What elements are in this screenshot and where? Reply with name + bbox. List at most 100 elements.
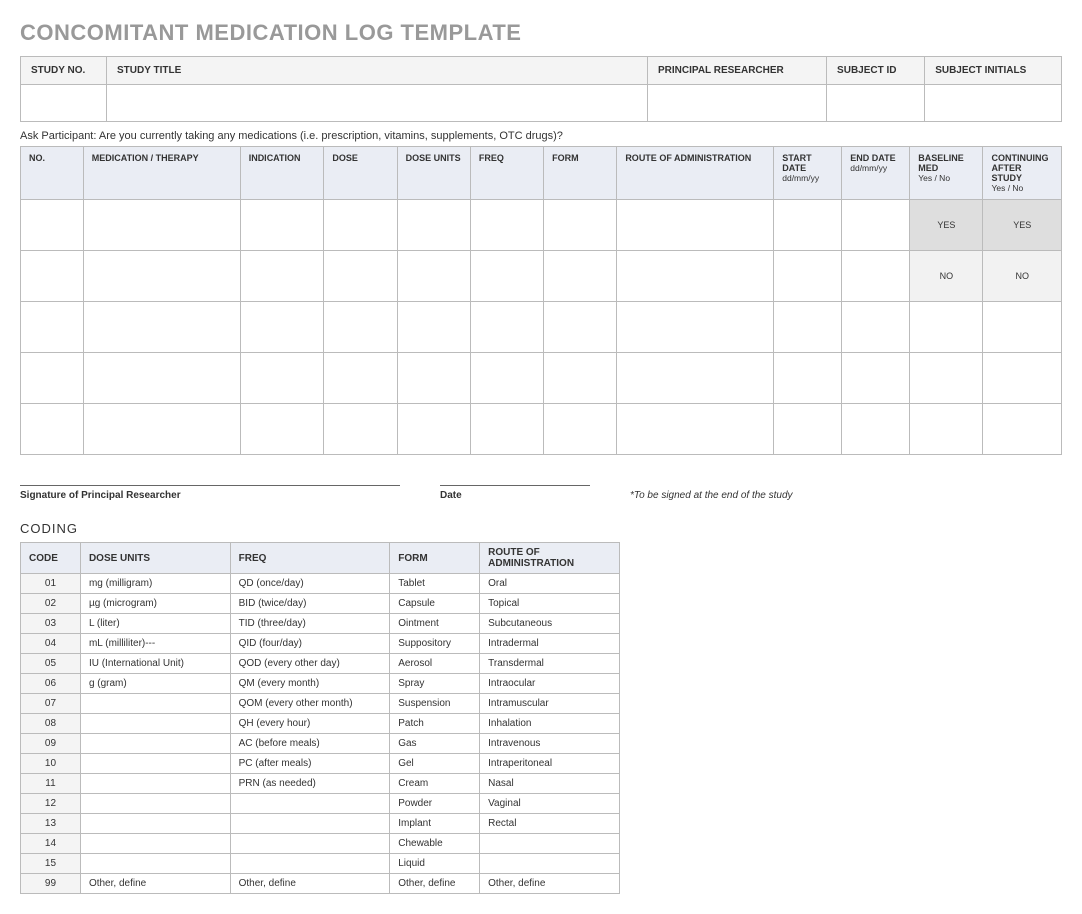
med-cell[interactable] xyxy=(842,404,910,455)
med-cell[interactable] xyxy=(842,251,910,302)
med-cell[interactable] xyxy=(240,302,324,353)
med-cell[interactable] xyxy=(83,353,240,404)
coding-cell xyxy=(80,734,230,754)
coding-cell: Suppository xyxy=(390,634,480,654)
med-cell[interactable] xyxy=(470,200,543,251)
coding-cell: Other, define xyxy=(230,874,390,894)
med-cell[interactable] xyxy=(397,251,470,302)
med-cell[interactable] xyxy=(21,302,84,353)
med-cell[interactable] xyxy=(397,353,470,404)
baseline-cell[interactable] xyxy=(910,404,983,455)
coding-cell: Topical xyxy=(480,594,620,614)
med-cell[interactable] xyxy=(544,302,617,353)
info-header: SUBJECT INITIALS xyxy=(925,57,1062,85)
med-cell[interactable] xyxy=(21,251,84,302)
main-header: END DATEdd/mm/yy xyxy=(842,147,910,200)
continuing-cell[interactable]: YES xyxy=(983,200,1062,251)
medication-log-table: NO.MEDICATION / THERAPYINDICATIONDOSEDOS… xyxy=(20,146,1062,455)
coding-cell: QID (four/day) xyxy=(230,634,390,654)
date-label: Date xyxy=(440,485,590,501)
med-cell[interactable] xyxy=(774,251,842,302)
coding-cell xyxy=(230,814,390,834)
med-cell[interactable] xyxy=(470,404,543,455)
med-cell[interactable] xyxy=(774,353,842,404)
baseline-cell[interactable] xyxy=(910,302,983,353)
med-cell[interactable] xyxy=(544,404,617,455)
coding-cell: 09 xyxy=(21,734,81,754)
med-cell[interactable] xyxy=(470,251,543,302)
coding-cell: QOM (every other month) xyxy=(230,694,390,714)
med-cell[interactable] xyxy=(324,200,397,251)
info-cell[interactable] xyxy=(107,85,648,122)
baseline-cell[interactable]: YES xyxy=(910,200,983,251)
med-cell[interactable] xyxy=(83,251,240,302)
med-cell[interactable] xyxy=(21,353,84,404)
coding-cell: Intraocular xyxy=(480,674,620,694)
med-cell[interactable] xyxy=(842,302,910,353)
coding-cell: L (liter) xyxy=(80,614,230,634)
coding-cell: 10 xyxy=(21,754,81,774)
med-cell[interactable] xyxy=(324,302,397,353)
med-cell[interactable] xyxy=(83,302,240,353)
med-cell[interactable] xyxy=(240,200,324,251)
continuing-cell[interactable] xyxy=(983,404,1062,455)
med-cell[interactable] xyxy=(617,200,774,251)
signature-note: *To be signed at the end of the study xyxy=(630,490,793,501)
med-cell[interactable] xyxy=(470,302,543,353)
med-cell[interactable] xyxy=(774,404,842,455)
med-cell[interactable] xyxy=(774,302,842,353)
info-header: SUBJECT ID xyxy=(827,57,925,85)
coding-cell: AC (before meals) xyxy=(230,734,390,754)
coding-cell xyxy=(80,774,230,794)
coding-header: CODE xyxy=(21,543,81,574)
info-cell[interactable] xyxy=(21,85,107,122)
baseline-cell[interactable]: NO xyxy=(910,251,983,302)
participant-question: Ask Participant: Are you currently takin… xyxy=(20,130,1062,142)
coding-cell: 15 xyxy=(21,854,81,874)
med-cell[interactable] xyxy=(397,302,470,353)
main-header: INDICATION xyxy=(240,147,324,200)
med-cell[interactable] xyxy=(544,251,617,302)
baseline-cell[interactable] xyxy=(910,353,983,404)
med-cell[interactable] xyxy=(617,353,774,404)
med-cell[interactable] xyxy=(544,353,617,404)
med-cell[interactable] xyxy=(240,251,324,302)
med-cell[interactable] xyxy=(617,404,774,455)
info-cell[interactable] xyxy=(648,85,827,122)
med-cell[interactable] xyxy=(83,200,240,251)
continuing-cell[interactable] xyxy=(983,353,1062,404)
info-cell[interactable] xyxy=(827,85,925,122)
med-cell[interactable] xyxy=(21,404,84,455)
med-cell[interactable] xyxy=(21,200,84,251)
med-cell[interactable] xyxy=(617,302,774,353)
coding-cell: QM (every month) xyxy=(230,674,390,694)
med-cell[interactable] xyxy=(324,251,397,302)
med-cell[interactable] xyxy=(397,404,470,455)
info-cell[interactable] xyxy=(925,85,1062,122)
main-header: NO. xyxy=(21,147,84,200)
med-cell[interactable] xyxy=(240,353,324,404)
med-cell[interactable] xyxy=(774,200,842,251)
med-cell[interactable] xyxy=(617,251,774,302)
med-cell[interactable] xyxy=(470,353,543,404)
med-cell[interactable] xyxy=(544,200,617,251)
continuing-cell[interactable]: NO xyxy=(983,251,1062,302)
coding-header: DOSE UNITS xyxy=(80,543,230,574)
coding-cell: Vaginal xyxy=(480,794,620,814)
coding-cell: Spray xyxy=(390,674,480,694)
coding-cell: Intravenous xyxy=(480,734,620,754)
med-cell[interactable] xyxy=(397,200,470,251)
med-cell[interactable] xyxy=(842,353,910,404)
med-cell[interactable] xyxy=(842,200,910,251)
coding-cell: PC (after meals) xyxy=(230,754,390,774)
med-cell[interactable] xyxy=(324,404,397,455)
signature-label: Signature of Principal Researcher xyxy=(20,485,400,501)
med-cell[interactable] xyxy=(240,404,324,455)
continuing-cell[interactable] xyxy=(983,302,1062,353)
coding-cell: g (gram) xyxy=(80,674,230,694)
info-header: STUDY TITLE xyxy=(107,57,648,85)
main-header: FORM xyxy=(544,147,617,200)
med-cell[interactable] xyxy=(83,404,240,455)
coding-cell: Tablet xyxy=(390,574,480,594)
med-cell[interactable] xyxy=(324,353,397,404)
